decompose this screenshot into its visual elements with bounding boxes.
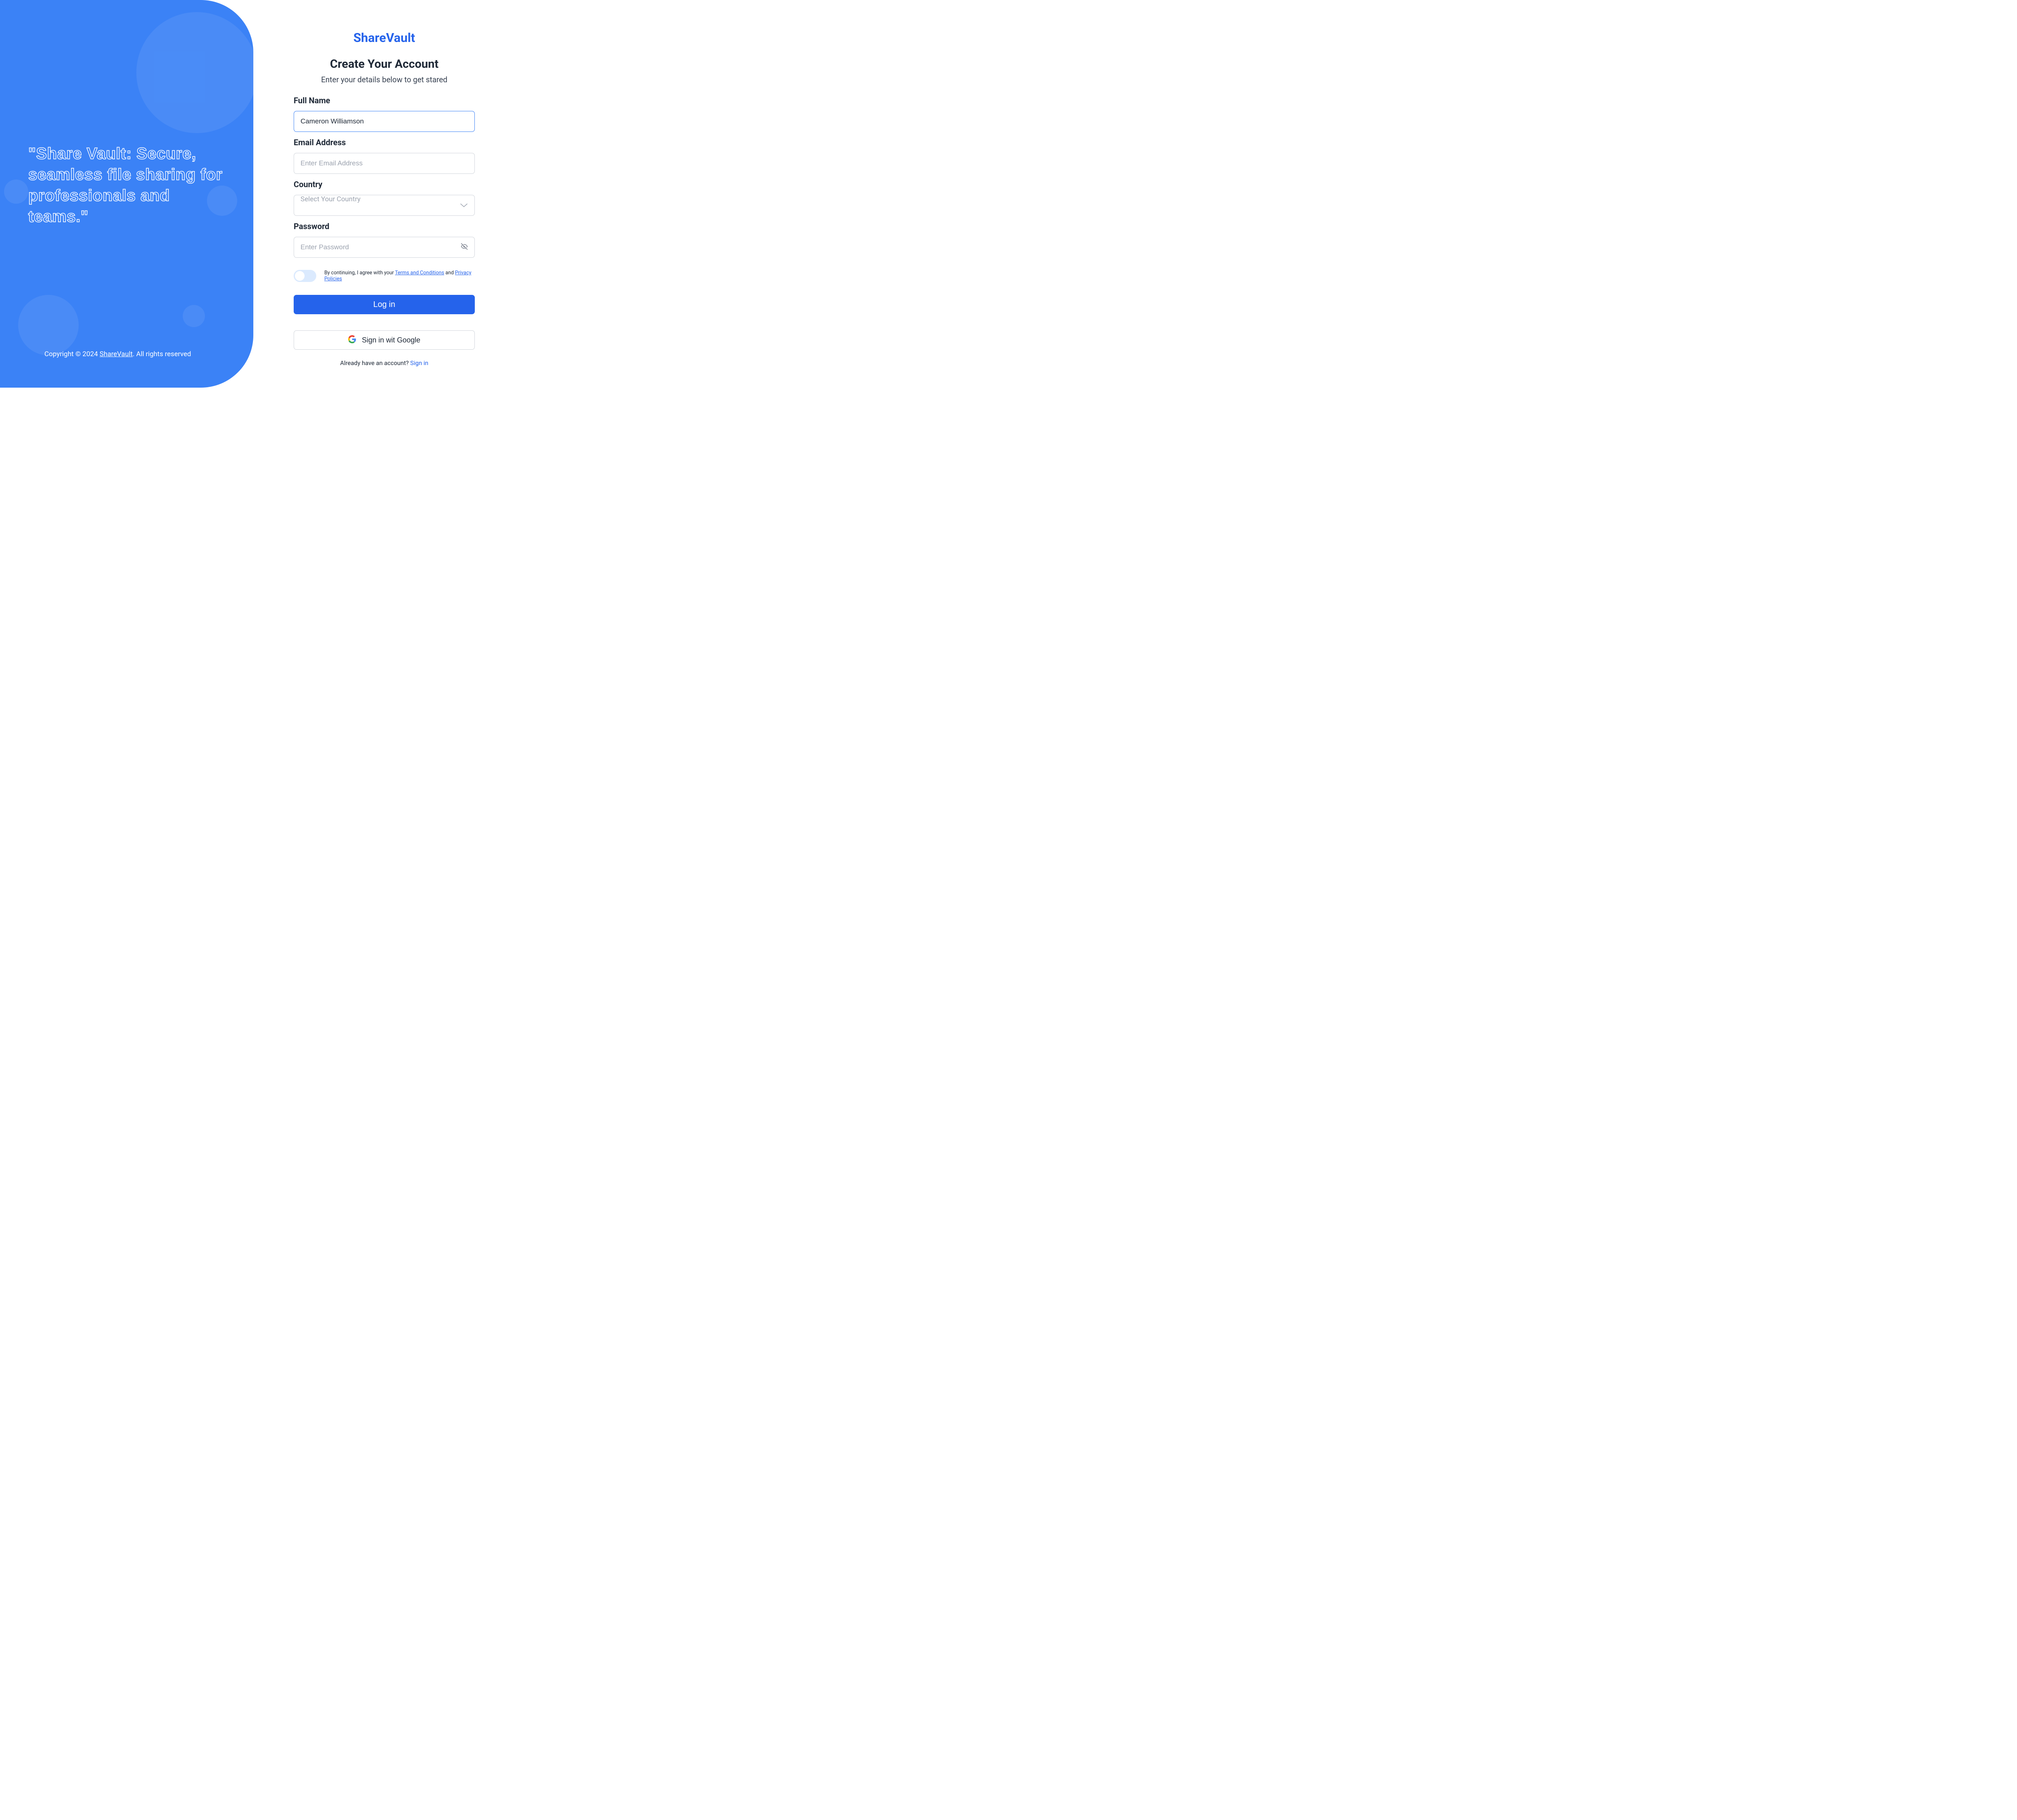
decorative-circle (18, 295, 79, 355)
password-label: Password (294, 221, 475, 231)
logo: ShareVault (294, 30, 475, 45)
decorative-circle (4, 179, 28, 204)
signin-link[interactable]: Sign in (410, 359, 428, 367)
google-signin-button[interactable]: Sign in wit Google (294, 330, 475, 350)
email-input[interactable] (294, 153, 475, 174)
country-label: Country (294, 179, 475, 189)
terms-text: By continuing, I agree with your Terms a… (324, 270, 475, 282)
signin-prompt: Already have an account? Sign in (294, 359, 475, 367)
country-select[interactable]: Select Your Country (294, 195, 475, 216)
login-button[interactable]: Log in (294, 295, 475, 314)
decorative-circle (136, 12, 253, 133)
terms-link[interactable]: Terms and Conditions (395, 270, 444, 276)
hero-panel: "Share Vault: Secure, seamless file shar… (0, 0, 253, 388)
copyright-text: Copyright © 2024 ShareVault. All rights … (44, 350, 191, 358)
eye-off-icon[interactable] (460, 242, 468, 252)
toggle-knob (295, 271, 305, 281)
hero-tagline: "Share Vault: Secure, seamless file shar… (28, 143, 225, 227)
email-label: Email Address (294, 138, 475, 147)
google-button-label: Sign in wit Google (362, 336, 420, 344)
form-panel: ShareVault Create Your Account Enter you… (253, 0, 495, 388)
page-title: Create Your Account (294, 57, 475, 71)
password-input[interactable] (294, 237, 475, 258)
brand-link[interactable]: ShareVault (100, 350, 133, 358)
page-subtitle: Enter your details below to get stared (294, 75, 475, 84)
fullname-input[interactable] (294, 111, 475, 132)
google-icon (348, 335, 356, 345)
terms-toggle[interactable] (294, 270, 316, 282)
fullname-label: Full Name (294, 96, 475, 105)
decorative-circle (183, 305, 205, 327)
